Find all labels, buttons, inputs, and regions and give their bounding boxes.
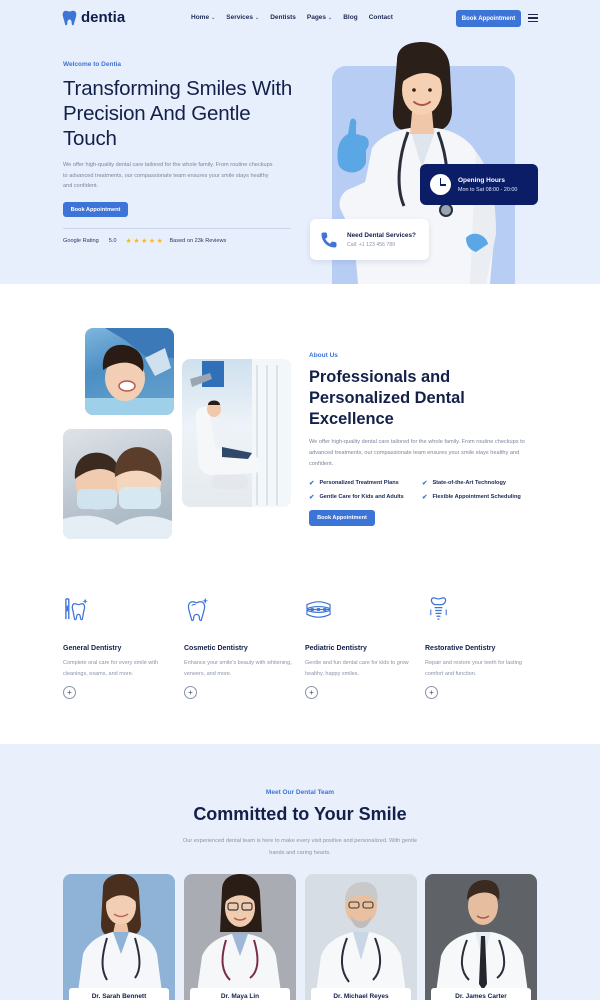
feature-item: ✔ Gentle Care for Kids and Adults — [309, 494, 404, 501]
about-eyebrow: About Us — [309, 352, 338, 359]
patient-smiling-image — [85, 328, 174, 415]
team-member-card[interactable]: Dr. James Carter — [425, 874, 537, 1000]
chevron-down-icon: ⌄ — [211, 14, 216, 21]
nav-label: Services — [226, 14, 254, 21]
opening-hours-title: Opening Hours — [458, 176, 505, 184]
nav-label: Pages — [306, 14, 327, 21]
nav-label: Dentists — [270, 14, 296, 21]
service-card-restorative[interactable]: Restorative Dentistry Repair and restore… — [425, 596, 540, 699]
top-navbar: dentia Home ⌄ Services ⌄ Dentists Pages ⌄ B… — [0, 0, 600, 38]
rating-label: Google Rating — [63, 238, 99, 244]
review-count: Based on 23k Reviews — [169, 238, 227, 244]
team-member-name: Dr. Maya Lin — [190, 988, 290, 1000]
hero-eyebrow: Welcome to Dentia — [63, 61, 122, 68]
nav-item-pages[interactable]: Pages ⌄ — [307, 14, 332, 21]
nav-item-home[interactable]: Home ⌄ — [191, 14, 215, 21]
nav-label: Home — [191, 14, 210, 21]
feature-item: ✔ Flexible Appointment Scheduling — [422, 494, 521, 501]
dentist-patient-closeup-image — [63, 429, 172, 539]
main-menu: Home ⌄ Services ⌄ Dentists Pages ⌄ Blog Con… — [191, 14, 404, 21]
plus-icon[interactable]: + — [425, 686, 438, 699]
team-member-card[interactable]: Dr. Sarah Bennett — [63, 874, 175, 1000]
service-description: Complete oral care for every smile with … — [63, 660, 159, 677]
braces-icon — [306, 601, 331, 618]
check-icon: ✔ — [422, 494, 428, 501]
service-title: General Dentistry — [63, 645, 122, 652]
service-card-cosmetic[interactable]: Cosmetic Dentistry Enhance your smile's … — [184, 596, 299, 699]
phone-icon — [321, 232, 337, 247]
about-description: We offer high-quality dental care tailor… — [309, 439, 525, 467]
service-card-general[interactable]: General Dentistry Complete oral care for… — [63, 596, 178, 699]
feature-item: ✔ Personalized Treatment Plans — [309, 480, 399, 487]
team-member-name: Dr. Michael Reyes — [311, 988, 411, 1000]
divider — [63, 228, 291, 229]
clock-icon — [430, 174, 451, 195]
check-icon: ✔ — [309, 480, 315, 487]
plus-icon[interactable]: + — [305, 686, 318, 699]
tooth-logo-icon — [62, 10, 77, 25]
plus-icon[interactable]: + — [184, 686, 197, 699]
service-description: Repair and restore your teeth for lastin… — [425, 660, 522, 677]
feature-item: ✔ State-of-the-Art Technology — [422, 480, 506, 487]
service-description: Enhance your smile's beauty with whiteni… — [184, 660, 292, 677]
team-eyebrow: Meet Our Dental Team — [265, 789, 335, 796]
service-title: Pediatric Dentistry — [305, 645, 367, 652]
team-description: Our experienced dental team is here to m… — [182, 838, 418, 856]
sparkle-tooth-icon — [187, 597, 209, 622]
nav-label: Blog — [343, 14, 358, 21]
opening-hours-card: Opening Hours Mon to Sat 08:00 - 20:00 — [420, 164, 538, 205]
chevron-down-icon: ⌄ — [328, 14, 333, 21]
team-member-name: Dr. James Carter — [431, 988, 531, 1000]
service-description: Gentle and fun dental care for kids to g… — [305, 660, 409, 677]
feature-list: ✔ Personalized Treatment Plans ✔ State-of-… — [309, 479, 537, 501]
rating-value: 5.0 — [108, 238, 117, 244]
google-rating: Google Rating 5.0 ★★★★★ Based on 23k Rev… — [63, 237, 226, 245]
nav-item-contact[interactable]: Contact — [369, 14, 393, 21]
tooth-brush-icon — [65, 598, 89, 621]
plus-icon[interactable]: + — [63, 686, 76, 699]
team-member-card[interactable]: Dr. Maya Lin — [184, 874, 296, 1000]
service-title: Cosmetic Dentistry — [184, 645, 248, 652]
nav-label: Contact — [368, 14, 393, 21]
dentist-photo — [425, 874, 537, 1000]
services-section: General Dentistry Complete oral care for… — [0, 572, 600, 744]
call-title: Need Dental Services? — [347, 231, 416, 239]
team-section: Meet Our Dental Team Committed to Your S… — [0, 744, 600, 1000]
chevron-down-icon: ⌄ — [255, 14, 260, 21]
hero-section: dentia Home ⌄ Services ⌄ Dentists Pages ⌄ B… — [0, 0, 600, 284]
nav-item-services[interactable]: Services ⌄ — [226, 14, 259, 21]
team-title: Committed to Your Smile — [193, 804, 407, 824]
opening-hours-time: Mon to Sat 08:00 - 20:00 — [458, 186, 518, 193]
hamburger-menu-icon[interactable] — [528, 14, 538, 22]
about-book-appointment-button[interactable]: Book Appointment — [309, 510, 375, 526]
team-member-name: Dr. Sarah Bennett — [69, 988, 169, 1000]
dentist-photo — [63, 874, 175, 1000]
hero-title: Transforming Smiles With Precision And G… — [63, 77, 293, 150]
hero-book-appointment-button[interactable]: Book Appointment — [63, 202, 128, 217]
logo[interactable]: dentia — [62, 9, 125, 26]
call-number[interactable]: Call: +1 123 456 789 — [347, 242, 416, 248]
implant-icon — [430, 597, 447, 620]
star-rating-icon: ★★★★★ — [125, 238, 165, 245]
team-member-card[interactable]: Dr. Michael Reyes — [305, 874, 417, 1000]
about-title: Professionals and Personalized Dental Ex… — [309, 368, 465, 428]
book-appointment-button[interactable]: Book Appointment — [456, 10, 521, 27]
about-section: About Us Professionals and Personalized … — [0, 284, 600, 572]
nav-item-dentists[interactable]: Dentists — [270, 14, 296, 21]
check-icon: ✔ — [309, 494, 315, 501]
logo-text: dentia — [81, 9, 126, 26]
service-title: Restorative Dentistry — [425, 645, 496, 652]
service-card-pediatric[interactable]: Pediatric Dentistry Gentle and fun denta… — [305, 596, 420, 699]
dentist-photo — [305, 874, 417, 1000]
call-card[interactable]: Need Dental Services? Call: +1 123 456 7… — [310, 219, 429, 260]
nav-item-blog[interactable]: Blog — [343, 14, 357, 21]
dental-clinic-chair-image — [182, 359, 291, 507]
dentist-photo — [184, 874, 296, 1000]
check-icon: ✔ — [422, 480, 428, 487]
hero-description: We offer high-quality dental care tailor… — [63, 162, 273, 189]
